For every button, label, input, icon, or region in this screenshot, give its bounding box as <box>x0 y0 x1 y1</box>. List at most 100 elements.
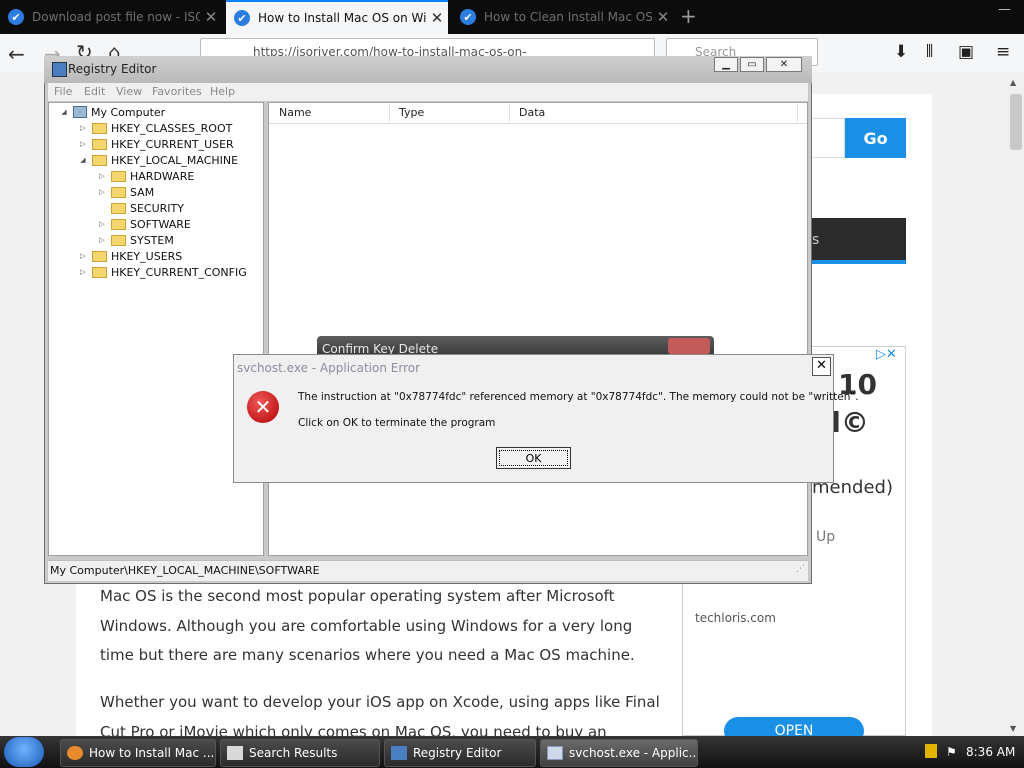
taskbar-item-label: Search Results <box>249 746 338 760</box>
tree-expander-icon[interactable]: ▷ <box>77 124 89 132</box>
tree-expander-icon[interactable]: ▷ <box>96 236 108 244</box>
new-tab-icon[interactable]: + <box>680 4 697 28</box>
tree-node[interactable]: ▷ SYSTEM <box>96 232 174 248</box>
tab-label: How to Install Mac OS on Wind <box>258 11 426 25</box>
tree-node[interactable]: ▷ HKEY_CURRENT_USER <box>77 136 234 152</box>
site-search-input[interactable] <box>810 118 845 158</box>
column-type[interactable]: Type <box>399 106 424 119</box>
browser-tab-install-mac[interactable]: ✔ How to Install Mac OS on Wind ✕ <box>226 0 448 34</box>
tree-expander-icon[interactable]: ▷ <box>96 220 108 228</box>
confirm-close-button[interactable] <box>668 338 710 354</box>
ad-domain: techloris.com <box>695 611 776 625</box>
ad-text: Up <box>816 529 836 545</box>
tree-expander-icon[interactable]: ▷ <box>77 140 89 148</box>
back-arrow-icon[interactable]: ← <box>8 42 25 66</box>
sidebar-icon[interactable]: ▣ <box>958 42 974 62</box>
tree-expander-icon[interactable]: ▷ <box>77 252 89 260</box>
maximize-button[interactable]: ▭ <box>740 57 764 72</box>
menu-help[interactable]: Help <box>210 85 235 98</box>
folder-icon <box>111 186 126 198</box>
security-shield-icon[interactable] <box>925 744 937 758</box>
tree-node[interactable]: ▷ HKEY_CLASSES_ROOT <box>77 120 232 136</box>
taskbar-item-label: Registry Editor <box>413 746 502 760</box>
column-divider[interactable] <box>797 104 798 122</box>
tree-node-label: HKEY_CLASSES_ROOT <box>111 121 233 135</box>
column-divider[interactable] <box>389 104 390 122</box>
hamburger-menu-icon[interactable]: ≡ <box>996 42 1010 62</box>
taskbar-item-label: How to Install Mac ... <box>89 746 215 760</box>
taskbar-item-svchost-error[interactable]: svchost.exe - Applic... <box>540 739 698 767</box>
folder-icon <box>111 202 126 214</box>
menu-edit[interactable]: Edit <box>84 85 105 98</box>
page-scrollbar[interactable] <box>1008 72 1024 736</box>
taskbar-item-registry-editor[interactable]: Registry Editor <box>384 739 536 767</box>
scrollbar-thumb[interactable] <box>1010 94 1022 150</box>
error-message: The instruction at "0x78774fdc" referenc… <box>298 391 859 403</box>
status-path: My Computer\HKEY_LOCAL_MACHINE\SOFTWARE <box>50 564 320 577</box>
tree-node[interactable]: SECURITY <box>96 200 184 216</box>
error-close-button[interactable]: ✕ <box>812 357 831 376</box>
folder-icon <box>111 234 126 246</box>
site-nav-bar[interactable]: s <box>810 218 906 264</box>
tree-node[interactable]: ▷ HKEY_CURRENT_CONFIG <box>77 264 247 280</box>
tree-expander-icon[interactable]: ◢ <box>58 108 70 116</box>
library-icon[interactable]: ⫴ <box>926 42 933 62</box>
tree-node-label: HKEY_USERS <box>111 249 183 263</box>
column-name[interactable]: Name <box>279 106 311 119</box>
menu-favorites[interactable]: Favorites <box>152 85 202 98</box>
site-favicon-icon: ✔ <box>8 9 24 25</box>
column-data[interactable]: Data <box>519 106 545 119</box>
registry-editor-icon <box>52 62 67 77</box>
close-tab-icon[interactable]: ✕ <box>200 8 222 26</box>
taskbar-item-search-results[interactable]: Search Results <box>220 739 380 767</box>
scroll-up-icon[interactable]: ▲ <box>1010 78 1016 87</box>
tab-label: How to Clean Install Mac OS u <box>484 10 652 24</box>
resize-grip-icon[interactable]: ⋰ <box>796 564 805 574</box>
taskbar-item-browser[interactable]: How to Install Mac ... <box>60 739 216 767</box>
go-button[interactable]: Go <box>845 118 906 158</box>
scroll-down-icon[interactable]: ▼ <box>1010 724 1016 733</box>
tree-node[interactable]: ◢ My Computer <box>58 104 165 120</box>
registry-editor-icon <box>391 746 407 760</box>
tree-node[interactable]: ▷ SOFTWARE <box>96 216 191 232</box>
minimize-window-icon[interactable]: — <box>998 2 1011 17</box>
close-button[interactable]: ✕ <box>766 57 802 72</box>
folder-icon <box>111 218 126 230</box>
menu-view[interactable]: View <box>116 85 142 98</box>
start-button[interactable] <box>4 737 44 767</box>
download-icon[interactable]: ⬇ <box>894 42 908 62</box>
error-instruction: Click on OK to terminate the program <box>298 417 496 429</box>
column-divider[interactable] <box>509 104 510 122</box>
browser-tab-download[interactable]: ✔ Download post file now - ISOR ✕ <box>0 0 222 34</box>
status-bar: My Computer\HKEY_LOCAL_MACHINE\SOFTWARE … <box>48 560 808 581</box>
action-center-flag-icon[interactable]: ⚑ <box>946 745 957 759</box>
tree-expander-icon[interactable]: ◢ <box>77 156 89 164</box>
close-tab-icon[interactable]: ✕ <box>652 8 674 26</box>
tree-node[interactable]: ▷ HARDWARE <box>96 168 194 184</box>
minimize-button[interactable]: ▁ <box>714 57 738 72</box>
system-clock[interactable]: 8:36 AM <box>966 745 1015 759</box>
ok-button[interactable]: OK <box>496 447 571 469</box>
menu-bar: File Edit View Favorites Help <box>48 83 808 101</box>
browser-tab-clean-install[interactable]: ✔ How to Clean Install Mac OS u ✕ <box>452 0 674 34</box>
window-title: Registry Editor <box>68 62 157 76</box>
folder-icon <box>92 250 107 262</box>
menu-file[interactable]: File <box>54 85 72 98</box>
tree-expander-icon[interactable]: ▷ <box>96 172 108 180</box>
ad-choices-icon[interactable]: ▷✕ <box>876 347 897 362</box>
nav-fragment: s <box>812 232 820 248</box>
tree-node-label: SYSTEM <box>130 233 174 247</box>
tree-node-label: HKEY_CURRENT_CONFIG <box>111 265 247 279</box>
tree-expander-icon[interactable]: ▷ <box>77 268 89 276</box>
registry-values-pane[interactable] <box>268 102 808 556</box>
tree-node[interactable]: ◢ HKEY_LOCAL_MACHINE <box>77 152 238 168</box>
tree-expander-icon[interactable]: ▷ <box>96 188 108 196</box>
tree-node[interactable]: ▷ SAM <box>96 184 154 200</box>
registry-editor-titlebar[interactable] <box>44 56 812 83</box>
close-tab-icon[interactable]: ✕ <box>426 9 448 27</box>
tree-node[interactable]: ▷ HKEY_USERS <box>77 248 182 264</box>
folder-icon <box>92 154 107 166</box>
tree-node-label: HKEY_CURRENT_USER <box>111 137 234 151</box>
article-paragraph: Mac OS is the second most popular operat… <box>100 587 635 664</box>
tree-node-label: HARDWARE <box>130 169 195 183</box>
